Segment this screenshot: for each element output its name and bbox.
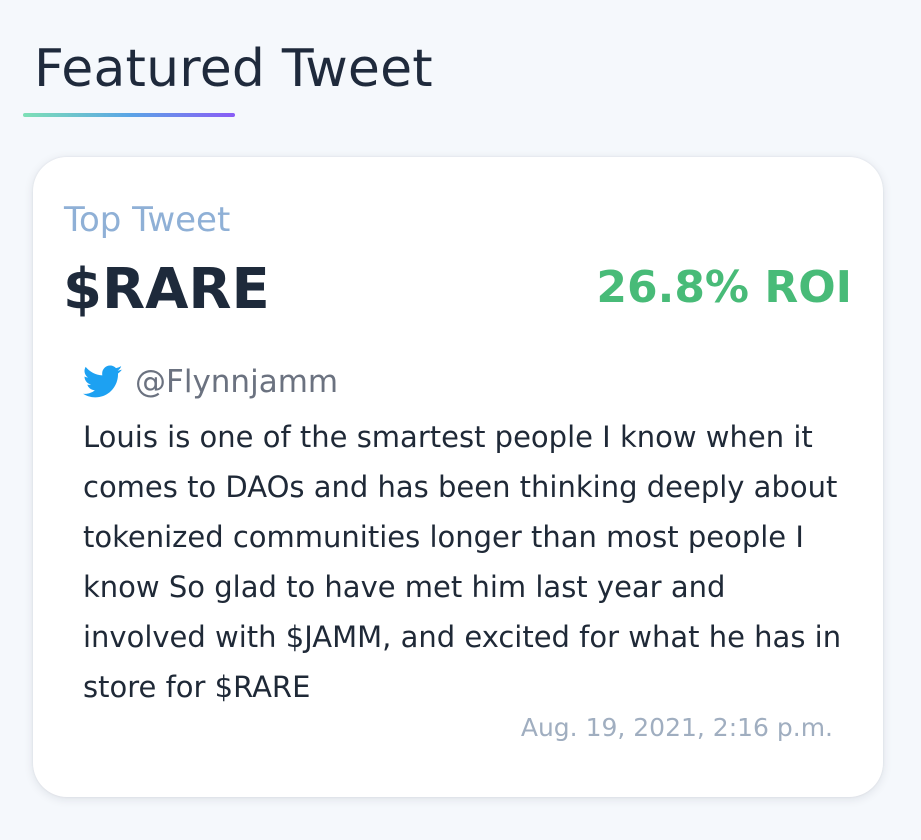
twitter-bird-shape bbox=[82, 365, 123, 398]
card-label: Top Tweet bbox=[64, 200, 231, 240]
title-underline bbox=[23, 113, 235, 117]
token-ticker: $RARE bbox=[63, 257, 270, 322]
featured-tweet-card: Top Tweet $RARE 26.8% ROI @Flynnjamm Lou… bbox=[33, 157, 883, 797]
twitter-icon bbox=[82, 365, 123, 399]
section-title: Featured Tweet bbox=[34, 39, 433, 99]
tweet-header: @Flynnjamm bbox=[82, 360, 338, 404]
roi-value: 26.8% ROI bbox=[596, 262, 852, 313]
tweet-author-handle[interactable]: @Flynnjamm bbox=[135, 362, 338, 402]
tweet-timestamp: Aug. 19, 2021, 2:16 p.m. bbox=[520, 713, 833, 742]
tweet-text: Louis is one of the smartest people I kn… bbox=[83, 420, 842, 704]
